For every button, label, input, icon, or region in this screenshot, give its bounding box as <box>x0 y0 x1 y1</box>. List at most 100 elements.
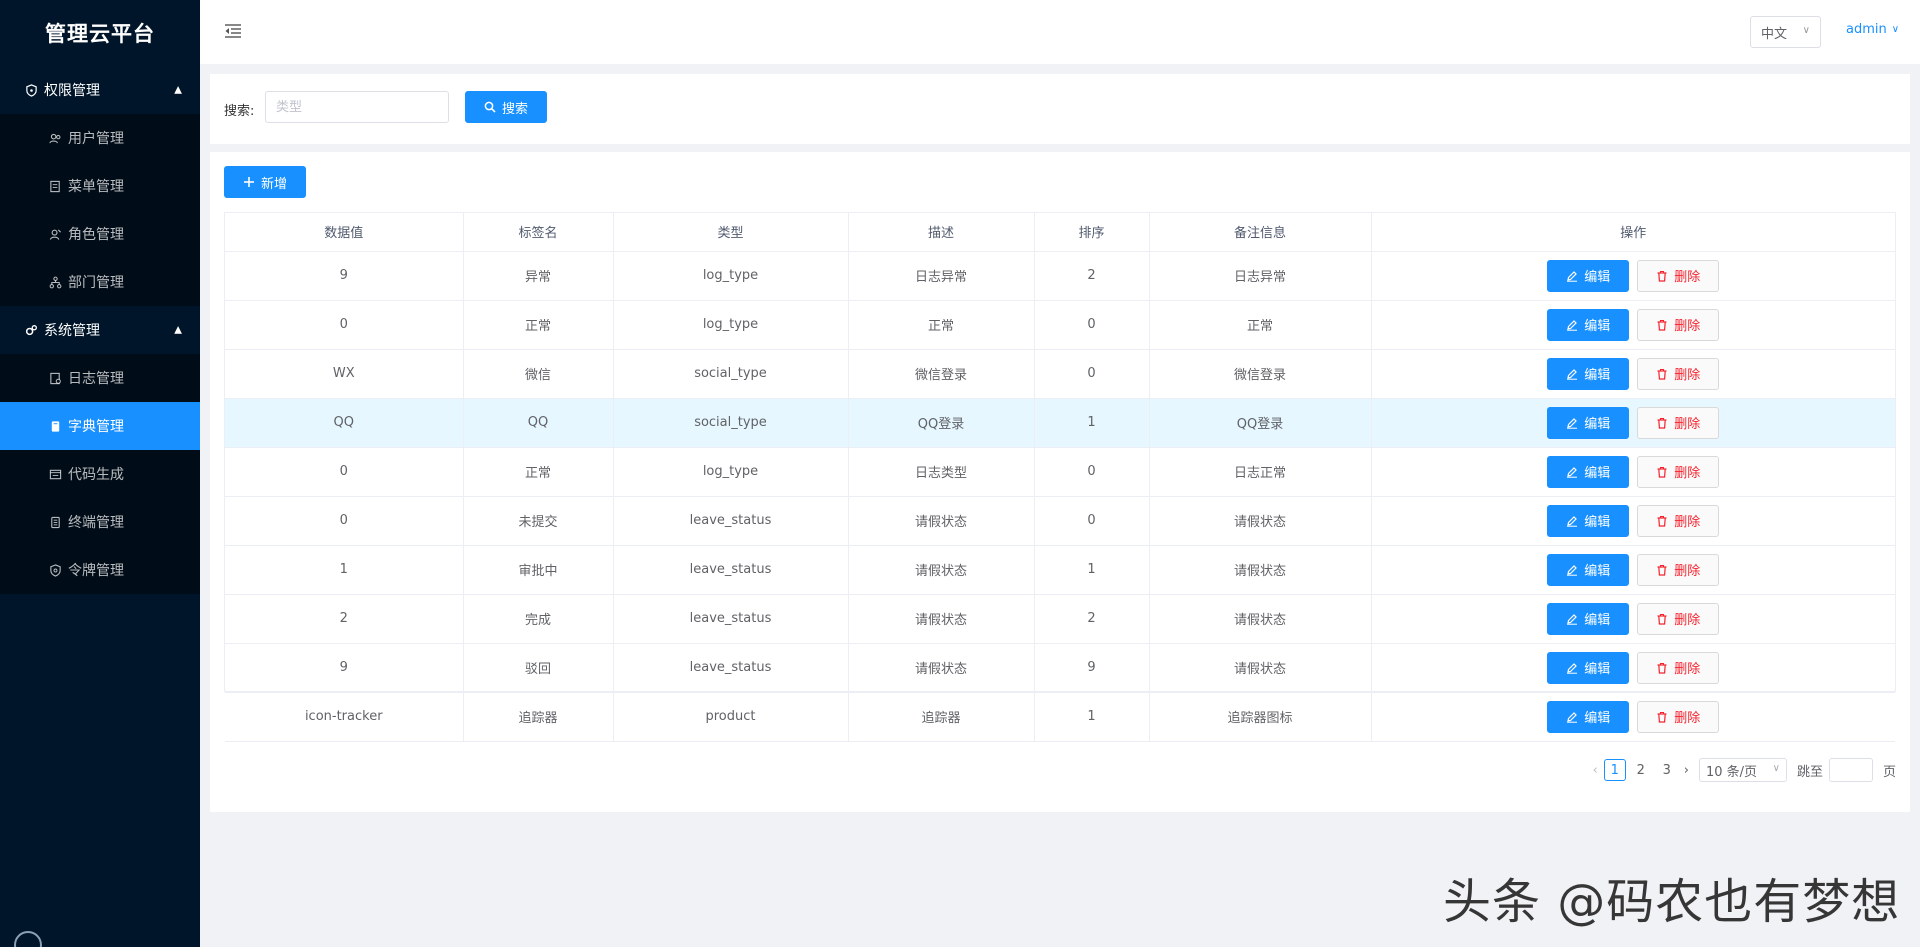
delete-button[interactable]: 删除 <box>1637 651 1720 684</box>
delete-button[interactable]: 删除 <box>1637 308 1720 341</box>
prev-page-icon[interactable]: ‹ <box>1593 763 1598 778</box>
edit-icon <box>1566 711 1578 723</box>
sidebar-item-departments[interactable]: 部门管理 <box>0 258 200 306</box>
table-row: QQ QQ social_type QQ登录 1 QQ登录 编辑 删除 <box>225 398 1895 448</box>
delete-button[interactable]: 删除 <box>1637 455 1720 488</box>
type-search-input[interactable] <box>265 91 449 123</box>
trash-icon <box>1656 368 1668 380</box>
edit-icon <box>1566 368 1578 380</box>
table-cell: leave_status <box>613 496 849 546</box>
user-dropdown[interactable]: admin ∨ <box>1846 22 1899 37</box>
table-row: WX 微信 social_type 微信登录 0 微信登录 编辑 删除 <box>225 349 1895 399</box>
shield-icon <box>24 83 38 97</box>
sidebar-item-label: 菜单管理 <box>68 179 124 195</box>
pagination: ‹ 1 2 3 › 10 条/页 ∨ 跳至 页 <box>1589 758 1896 782</box>
table-row: icon-tracker 追踪器 product 追踪器 1 追踪器图标 编辑 删除 <box>225 692 1895 742</box>
table-cell: 1 <box>1034 398 1150 448</box>
table-cell: 日志类型 <box>848 447 1035 497</box>
sidebar-item-dictionary[interactable]: 字典管理 <box>0 402 200 450</box>
table-cell: 正常 <box>848 300 1035 350</box>
table-cell: 追踪器 <box>463 692 614 742</box>
edit-button[interactable]: 编辑 <box>1547 308 1630 341</box>
page-3[interactable]: 3 <box>1656 759 1678 781</box>
delete-button[interactable]: 删除 <box>1637 553 1720 586</box>
edit-icon <box>1566 270 1578 282</box>
table-row: 9 异常 log_type 日志异常 2 日志异常 编辑 删除 <box>225 251 1895 301</box>
table-cell: social_type <box>613 349 849 399</box>
book-icon <box>48 419 62 433</box>
edit-icon <box>1566 613 1578 625</box>
edit-button[interactable]: 编辑 <box>1547 357 1630 390</box>
table-cell: 请假状态 <box>848 496 1035 546</box>
next-page-icon[interactable]: › <box>1684 763 1689 778</box>
gears-icon <box>24 323 38 337</box>
chevron-up-icon: ▲ <box>174 84 182 96</box>
sidebar-item-users[interactable]: 用户管理 <box>0 114 200 162</box>
edit-button[interactable]: 编辑 <box>1547 651 1630 684</box>
column-header: 数据值 <box>225 213 464 252</box>
chevron-up-icon: ▲ <box>174 324 182 336</box>
jump-page-input[interactable] <box>1828 758 1873 782</box>
search-button-label: 搜索 <box>501 101 528 117</box>
trash-icon <box>1656 319 1668 331</box>
edit-button-label: 编辑 <box>1584 564 1611 579</box>
edit-button[interactable]: 编辑 <box>1547 553 1630 586</box>
sidebar-item-terminals[interactable]: 终端管理 <box>0 498 200 546</box>
page-1[interactable]: 1 <box>1603 759 1626 781</box>
trash-icon <box>1656 564 1668 576</box>
watermark-text: 头条 @码农也有梦想 <box>1443 874 1901 930</box>
actions-cell: 编辑 删除 <box>1371 496 1895 546</box>
page-size-select[interactable]: 10 条/页 ∨ <box>1698 758 1787 782</box>
language-select[interactable]: 中文 ∨ <box>1750 16 1821 48</box>
table-cell: 请假状态 <box>848 545 1035 595</box>
delete-button[interactable]: 删除 <box>1637 406 1720 439</box>
code-icon <box>48 467 62 481</box>
table-cell: 日志异常 <box>1149 251 1372 301</box>
sidebar-item-menus[interactable]: 菜单管理 <box>0 162 200 210</box>
sidebar-item-tokens[interactable]: 令牌管理 <box>0 546 200 594</box>
edit-button-label: 编辑 <box>1584 466 1611 481</box>
delete-button[interactable]: 删除 <box>1637 259 1720 292</box>
column-header: 类型 <box>613 213 849 252</box>
search-button[interactable]: 搜索 <box>465 91 547 123</box>
table-cell: 完成 <box>463 594 614 644</box>
column-header: 操作 <box>1371 213 1895 252</box>
app-logo-title: 管理云平台 <box>45 22 155 46</box>
table-cell: 2 <box>1034 251 1150 301</box>
edit-button-label: 编辑 <box>1584 270 1611 285</box>
table-cell: 0 <box>225 447 464 497</box>
edit-button[interactable]: 编辑 <box>1547 259 1630 292</box>
edit-button[interactable]: 编辑 <box>1547 406 1630 439</box>
delete-button[interactable]: 删除 <box>1637 504 1720 537</box>
delete-button[interactable]: 删除 <box>1637 357 1720 390</box>
sidebar-item-codegen[interactable]: 代码生成 <box>0 450 200 498</box>
sidebar-item-roles[interactable]: 角色管理 <box>0 210 200 258</box>
edit-button-label: 编辑 <box>1584 711 1611 726</box>
edit-icon <box>1566 466 1578 478</box>
edit-button[interactable]: 编辑 <box>1547 700 1630 733</box>
table-cell: 0 <box>1034 447 1150 497</box>
actions-cell: 编辑 删除 <box>1371 300 1895 350</box>
menu-group-permission[interactable]: 权限管理 ▲ <box>0 66 200 114</box>
page-2[interactable]: 2 <box>1630 759 1652 781</box>
add-button[interactable]: 新增 <box>224 166 306 198</box>
table-cell: QQ <box>225 398 464 448</box>
delete-button[interactable]: 删除 <box>1637 602 1720 635</box>
edit-button-label: 编辑 <box>1584 368 1611 383</box>
avatar[interactable] <box>14 931 42 947</box>
delete-button[interactable]: 删除 <box>1637 700 1720 733</box>
table-cell: 微信登录 <box>1149 349 1372 399</box>
table-cell: leave_status <box>613 643 849 693</box>
table-cell: product <box>613 692 849 742</box>
table-cell: 0 <box>1034 496 1150 546</box>
menu-group-system[interactable]: 系统管理 ▲ <box>0 306 200 354</box>
table-cell: 异常 <box>463 251 614 301</box>
sidebar-item-logs[interactable]: 日志管理 <box>0 354 200 402</box>
edit-button[interactable]: 编辑 <box>1547 602 1630 635</box>
table-cell: 请假状态 <box>848 594 1035 644</box>
table-cell: 微信登录 <box>848 349 1035 399</box>
menu-fold-icon[interactable] <box>222 20 244 42</box>
edit-button[interactable]: 编辑 <box>1547 455 1630 488</box>
edit-button[interactable]: 编辑 <box>1547 504 1630 537</box>
table-cell: log_type <box>613 251 849 301</box>
